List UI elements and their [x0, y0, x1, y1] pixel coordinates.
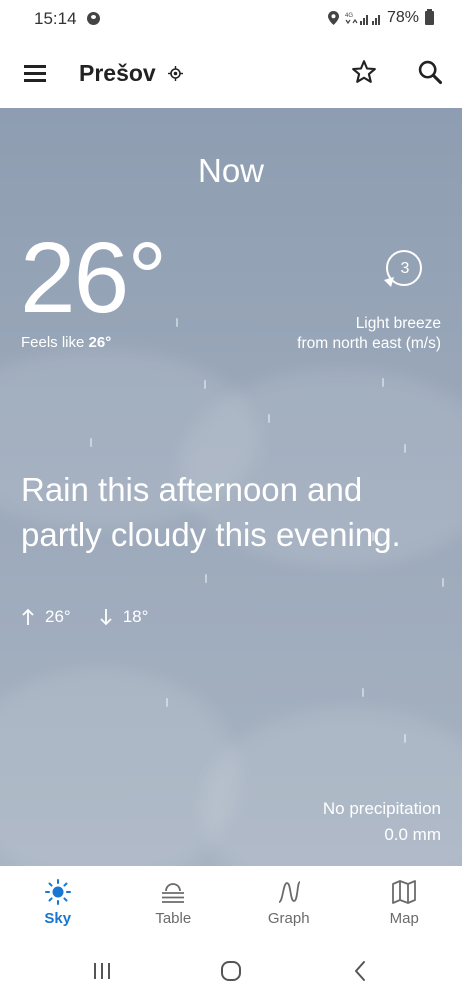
nav-graph-label: Graph [267, 910, 310, 927]
city-title[interactable]: Prešov [79, 60, 156, 87]
precipitation-value: 0.0 mm [384, 825, 441, 844]
back-icon[interactable] [348, 958, 374, 984]
status-indicators: 4G 78% [327, 9, 434, 27]
precipitation: No precipitation 0.0 mm [323, 796, 441, 848]
system-navigation-bar [0, 942, 462, 1000]
menu-icon[interactable] [22, 61, 50, 85]
home-icon[interactable] [218, 958, 244, 984]
location-pin-icon [327, 11, 339, 25]
nav-table[interactable]: Table [116, 866, 232, 942]
status-time: 15:14 [34, 9, 77, 28]
search-icon[interactable] [416, 58, 444, 86]
graph-icon [278, 881, 301, 903]
recent-apps-icon[interactable] [89, 958, 115, 984]
nav-sky-label: Sky [44, 910, 72, 927]
map-icon [392, 880, 417, 904]
now-title: Now [197, 152, 265, 189]
table-icon [162, 883, 185, 903]
star-icon[interactable] [350, 58, 378, 86]
current-temperature: 26° [20, 222, 167, 334]
account-status-icon [87, 12, 100, 25]
feels-like-label: Feels like [21, 334, 85, 351]
feels-like: Feels like 26° [21, 334, 111, 351]
low-temperature: 18° [122, 607, 149, 626]
nav-map[interactable]: Map [347, 866, 462, 942]
precipitation-label: No precipitation [322, 799, 441, 818]
nav-graph[interactable]: Graph [231, 866, 347, 942]
high-low: 26° 18° [21, 607, 148, 627]
nav-map-label: Map [389, 910, 419, 927]
nav-table-label: Table [155, 910, 192, 927]
wind-direction-text: from north east (m/s) [297, 335, 441, 352]
high-temperature: 26° [45, 607, 71, 626]
nav-sky[interactable]: Sky [0, 866, 116, 942]
wind-speed: 3 [400, 260, 410, 277]
wind-strength: Light breeze [355, 315, 441, 332]
feels-like-value: 26° [88, 334, 112, 351]
sun-icon [44, 879, 71, 905]
arrow-up-icon [22, 608, 34, 625]
status-bar: 15:14 4G 78% [0, 0, 462, 38]
location-target-icon [168, 66, 183, 81]
signal-icon: 4G [345, 13, 380, 25]
battery-icon [425, 9, 434, 25]
network-type-label: 4G [345, 13, 353, 19]
wind-description: Light breeze from north east (m/s) [297, 314, 441, 354]
bottom-navigation: Sky Table Graph Map [0, 866, 462, 942]
sky-panel: Now 26° Feels like 26° 3 Light breeze fr… [0, 108, 462, 866]
forecast-summary: Rain this afternoon and partly cloudy th… [21, 471, 401, 553]
battery-percent: 78% [386, 9, 419, 26]
app-bar: Prešov [0, 38, 462, 108]
arrow-down-icon [100, 609, 112, 626]
